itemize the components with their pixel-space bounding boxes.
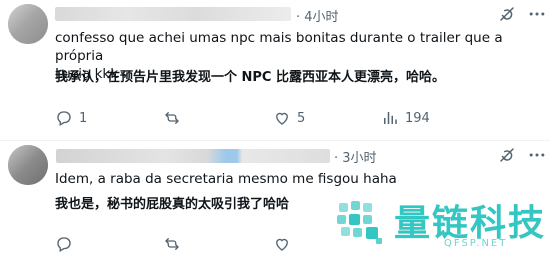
tweet-text-translation: 我承认，在预告片里我发现一个 NPC 比露西亚本人更漂亮，哈哈。 — [55, 70, 446, 85]
watermark: 量链科技 QFSP.NET — [330, 192, 550, 254]
like-button[interactable]: 5 — [273, 108, 305, 128]
like-count: 5 — [297, 110, 306, 126]
avatar[interactable] — [8, 145, 48, 185]
views-count: 194 — [405, 110, 430, 126]
like-icon — [276, 238, 288, 251]
tweet-time[interactable]: · 3小时 — [334, 147, 377, 166]
more-icon[interactable] — [527, 4, 547, 24]
views-button[interactable]: 194 — [381, 108, 430, 128]
reply-button[interactable]: 1 — [55, 108, 87, 128]
retweet-icon — [165, 112, 179, 124]
views-icon — [384, 112, 397, 124]
more-icon[interactable] — [527, 145, 547, 165]
author-name-blurred[interactable] — [56, 149, 330, 163]
tweet-1[interactable]: · 4小时 confesso que achei umas npc mais b… — [0, 0, 550, 140]
tweet-time[interactable]: · 4小时 — [296, 6, 339, 25]
grok-icon[interactable] — [498, 5, 516, 23]
watermark-logo-icon — [337, 201, 382, 244]
retweet-button[interactable] — [163, 108, 181, 128]
reply-icon — [57, 237, 71, 252]
tweet-text-original: Idem, a raba da secretaria mesmo me fisg… — [55, 171, 397, 187]
like-button[interactable] — [273, 234, 291, 254]
watermark-subtitle: QFSP.NET — [444, 238, 508, 249]
grok-icon[interactable] — [498, 146, 516, 164]
reply-count: 1 — [79, 110, 88, 126]
retweet-button[interactable] — [163, 234, 181, 254]
reply-icon — [57, 111, 71, 126]
author-name-blurred[interactable] — [55, 7, 291, 21]
avatar[interactable] — [8, 4, 48, 44]
tweet-text-translation: 我也是，秘书的屁股真的太吸引我了哈哈 — [55, 197, 290, 212]
reply-button[interactable] — [55, 234, 73, 254]
retweet-icon — [165, 238, 179, 250]
like-icon — [276, 112, 288, 125]
